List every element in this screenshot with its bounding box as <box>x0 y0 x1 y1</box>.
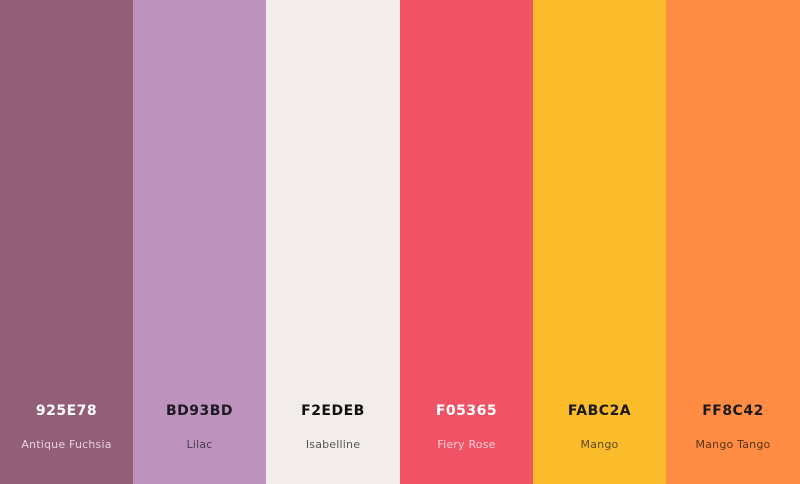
swatch-hex-code: F2EDEB <box>301 403 365 419</box>
swatch-hex-code: BD93BD <box>165 403 234 419</box>
swatch-color-name: Isabelline <box>305 438 361 451</box>
swatch-mango[interactable]: FABC2A Mango <box>533 0 666 484</box>
swatch-color-name: Lilac <box>186 438 213 451</box>
swatch-color-name: Mango <box>580 438 619 451</box>
swatch-isabelline[interactable]: F2EDEB Isabelline <box>266 0 400 484</box>
swatch-hex-code: FF8C42 <box>702 403 764 419</box>
swatch-mango-tango[interactable]: FF8C42 Mango Tango <box>666 0 800 484</box>
swatch-hex-code: F05365 <box>435 403 498 419</box>
swatch-hex-code: 925E78 <box>35 403 98 419</box>
color-palette: 925E78 Antique Fuchsia BD93BD Lilac F2ED… <box>0 0 800 484</box>
swatch-hex-code: FABC2A <box>567 403 632 419</box>
swatch-fiery-rose[interactable]: F05365 Fiery Rose <box>400 0 533 484</box>
swatch-color-name: Mango Tango <box>695 438 771 451</box>
swatch-color-name: Antique Fuchsia <box>21 438 112 451</box>
swatch-antique-fuchsia[interactable]: 925E78 Antique Fuchsia <box>0 0 133 484</box>
swatch-lilac[interactable]: BD93BD Lilac <box>133 0 266 484</box>
swatch-color-name: Fiery Rose <box>437 438 496 451</box>
